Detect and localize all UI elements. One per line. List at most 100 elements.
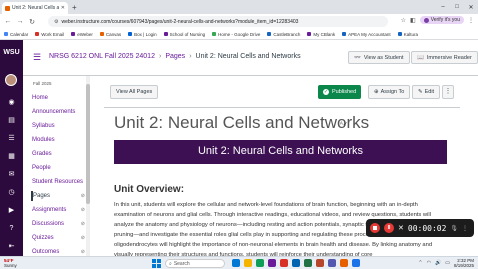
course-nav-item[interactable]: Grades — [31, 149, 89, 159]
course-nav-item[interactable]: Pages ⊘ — [31, 191, 89, 201]
edit-button[interactable]: ✎ Edit — [412, 85, 441, 99]
assign-to-button[interactable]: ⊕ Assign To — [368, 85, 411, 99]
taskbar-app-icon[interactable] — [340, 259, 348, 267]
course-nav-item[interactable]: Discussions ⊘ — [31, 219, 89, 229]
taskbar-app-icon[interactable] — [232, 259, 240, 267]
breadcrumb-course[interactable]: NRSG 6212 ONL Fall 2025 24012 — [49, 53, 155, 60]
course-nav-item[interactable]: Assignments ⊘ — [31, 205, 89, 215]
taskbar-app-icon[interactable] — [268, 259, 276, 267]
taskbar-app-icon[interactable] — [304, 259, 312, 267]
history-icon[interactable]: ◷ — [7, 188, 16, 197]
battery-icon[interactable]: ▭ — [445, 260, 450, 266]
windows-start-icon[interactable] — [152, 259, 161, 268]
course-nav-scrollbar[interactable] — [86, 76, 90, 256]
taskbar-app-icon[interactable] — [244, 259, 252, 267]
bookmark-item[interactable]: Calendar — [4, 32, 28, 37]
bookmark-favicon-icon — [163, 32, 168, 36]
menu-icon[interactable]: ⋮ — [468, 17, 474, 24]
bookmark-item[interactable]: eWeber — [71, 32, 93, 37]
bookmark-item[interactable]: APEA My Accountant — [342, 32, 391, 37]
breadcrumb-pages[interactable]: Pages — [165, 53, 185, 60]
course-nav-label: Quizzes — [32, 235, 54, 241]
profile-button[interactable]: Verify it's you — [419, 16, 464, 24]
studio-icon[interactable]: ▶ — [7, 206, 16, 215]
address-bar[interactable]: ⚙ weber.instructure.com/courses/607943/p… — [48, 16, 388, 27]
view-as-student-button[interactable]: 👓 View as Student — [348, 51, 410, 64]
bookmark-item[interactable]: My CBlank — [307, 32, 335, 37]
taskbar-app-icon[interactable] — [292, 259, 300, 267]
new-tab-button[interactable]: + — [72, 3, 77, 12]
bookmark-item[interactable]: Canvas — [99, 32, 121, 37]
course-nav-item[interactable]: Syllabus — [31, 121, 89, 131]
more-options-button[interactable]: ⋮ — [442, 85, 454, 99]
taskbar-app-icon[interactable] — [328, 259, 336, 267]
cancel-record-icon[interactable]: ✕ — [398, 224, 404, 232]
stop-record-button[interactable] — [370, 223, 380, 233]
wifi-icon[interactable]: ◠ — [427, 260, 431, 266]
course-nav-item[interactable]: People — [31, 163, 89, 173]
browser-tab[interactable]: Unit 2: Neural Cells and Ne ✕ — [2, 2, 68, 14]
microphone-icon[interactable]: 🎙 — [450, 225, 458, 232]
bookmark-label: CastleBranch — [273, 31, 301, 37]
bookmark-label: Kaltura — [403, 31, 418, 37]
course-nav-label: Pages — [33, 193, 51, 199]
taskbar-app-icon[interactable] — [316, 259, 324, 267]
course-nav-item[interactable]: Student Resources — [31, 177, 89, 187]
clock[interactable]: 2:32 PM 8/19/2025 — [454, 258, 474, 268]
bookmark-item[interactable]: School of Nursing — [163, 32, 205, 37]
bookmark-item[interactable]: Box | Login — [128, 32, 157, 37]
account-avatar[interactable] — [5, 74, 17, 86]
assign-to-label: Assign To — [380, 89, 405, 95]
hamburger-menu-icon[interactable]: ☰ — [33, 52, 41, 63]
dashboard-icon[interactable]: ◉ — [7, 98, 16, 107]
course-nav-item[interactable]: Announcements — [31, 107, 89, 117]
taskbar-search[interactable]: ⌕ Search — [165, 259, 225, 268]
bookmark-item[interactable]: Home - Google Drive — [212, 32, 260, 37]
close-tab-icon[interactable]: ✕ — [61, 5, 65, 11]
calendar-icon[interactable]: ▦ — [7, 152, 16, 161]
weather-widget[interactable]: 54°F Sunny — [4, 258, 17, 268]
bookmark-item[interactable]: Work Email — [35, 32, 64, 37]
course-nav-item[interactable]: Modules — [31, 135, 89, 145]
school-logo[interactable]: WSU — [2, 44, 21, 62]
scrollbar-thumb[interactable] — [86, 84, 90, 204]
inbox-icon[interactable]: ✉ — [7, 170, 16, 179]
bookmark-favicon-icon — [71, 32, 76, 36]
chevron-up-icon[interactable]: ⌃ — [418, 260, 422, 266]
close-window-button[interactable]: ✕ — [464, 0, 478, 14]
accessibility-checker-icon[interactable]: ᴬ✓ — [340, 121, 348, 128]
bookmark-label: My CBlank — [313, 31, 336, 37]
bookmark-favicon-icon — [397, 32, 402, 36]
back-icon[interactable]: ← — [4, 18, 12, 25]
hidden-eye-icon: ⊘ — [80, 249, 85, 255]
recorder-menu-icon[interactable]: ⋮ — [462, 225, 468, 232]
site-info-icon[interactable]: ⚙ — [54, 19, 58, 25]
taskbar-app-icon[interactable] — [256, 259, 264, 267]
help-icon[interactable]: ? — [7, 224, 16, 233]
minimize-button[interactable]: – — [436, 0, 450, 14]
published-button[interactable]: ✓ Published — [318, 85, 362, 99]
forward-icon[interactable]: → — [16, 18, 24, 25]
course-nav-label: Grades — [32, 151, 52, 157]
courses-icon[interactable]: ▤ — [7, 116, 16, 125]
taskbar-app-icon[interactable] — [280, 259, 288, 267]
groups-icon[interactable]: ☰ — [7, 134, 16, 143]
reload-icon[interactable]: ↻ — [28, 18, 36, 26]
immersive-reader-button[interactable]: 📖 Immersive Reader — [411, 51, 478, 64]
bookmark-item[interactable]: Kaltura — [397, 31, 418, 37]
maximize-button[interactable]: □ — [450, 0, 464, 14]
view-all-pages-button[interactable]: View All Pages — [110, 85, 159, 99]
collapse-nav-icon[interactable]: ⇤ — [7, 242, 16, 251]
url-text[interactable]: weber.instructure.com/courses/607943/pag… — [61, 19, 298, 25]
extensions-icon[interactable]: ◧ — [410, 17, 416, 24]
check-icon: ✓ — [323, 89, 329, 95]
bookmark-star-icon[interactable]: ☆ — [401, 17, 406, 24]
volume-icon[interactable]: 🔊 — [435, 260, 441, 266]
course-nav-item[interactable]: Home — [31, 93, 89, 103]
taskbar-app-icon[interactable] — [352, 259, 360, 267]
course-nav-label: Assignments — [32, 207, 67, 213]
bookmark-label: eWeber — [77, 31, 93, 37]
course-nav-item[interactable]: Quizzes ⊘ — [31, 233, 89, 243]
pause-record-button[interactable]: II — [384, 223, 394, 233]
bookmark-item[interactable]: CastleBranch — [267, 32, 300, 37]
